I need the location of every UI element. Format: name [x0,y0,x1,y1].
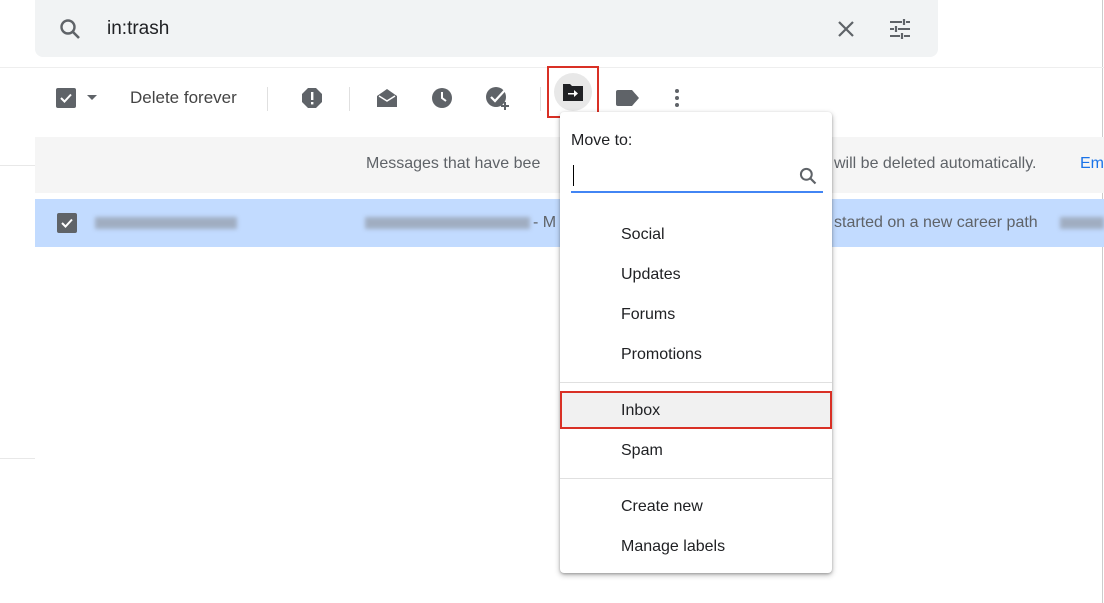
empty-trash-link[interactable]: Em [1080,155,1104,173]
mark-read-icon[interactable] [375,86,399,110]
delete-forever-button[interactable]: Delete forever [130,88,237,108]
label-icon[interactable] [615,86,641,110]
tune-icon[interactable] [887,16,913,42]
divider [0,458,35,459]
divider [267,87,268,111]
search-icon[interactable] [57,16,83,42]
search-bar[interactable]: in:trash [35,0,938,57]
snippet-redacted [1060,217,1104,229]
info-text: Messages that have bee [366,155,541,172]
divider [560,382,832,383]
menu-item-promotions[interactable]: Promotions [560,334,832,374]
divider [349,87,350,111]
search-icon[interactable] [797,165,819,187]
move-to-icon [554,73,592,111]
menu-item-inbox[interactable]: Inbox [560,391,832,429]
row-checkbox[interactable] [57,213,77,233]
divider [540,87,541,111]
menu-item-social[interactable]: Social [560,214,832,254]
move-to-button[interactable] [547,66,599,118]
subject-redacted [365,217,530,229]
dropdown-arrow-icon[interactable] [86,93,98,103]
close-icon[interactable] [833,16,859,42]
email-snippet: started on a new career path [834,214,1038,231]
divider [560,478,832,479]
email-snippet: - M [533,214,557,231]
search-input[interactable]: in:trash [107,18,169,40]
select-checkbox[interactable] [56,88,76,108]
menu-item-create-new[interactable]: Create new [560,486,832,526]
menu-item-forums[interactable]: Forums [560,294,832,334]
add-to-tasks-icon[interactable] [485,86,511,112]
menu-item-manage-labels[interactable]: Manage labels [560,526,832,566]
menu-item-spam[interactable]: Spam [560,430,832,470]
text-caret [573,165,574,186]
move-to-menu: Move to: Social Updates Forums Promotion… [560,112,832,573]
menu-title: Move to: [571,132,633,149]
sender-redacted [95,217,237,229]
move-to-search-input[interactable] [571,160,823,193]
divider [0,165,35,166]
report-spam-icon[interactable] [300,86,324,110]
snooze-icon[interactable] [430,86,454,110]
more-vert-icon[interactable] [667,86,687,110]
info-text: will be deleted automatically. [834,155,1037,172]
menu-item-updates[interactable]: Updates [560,254,832,294]
